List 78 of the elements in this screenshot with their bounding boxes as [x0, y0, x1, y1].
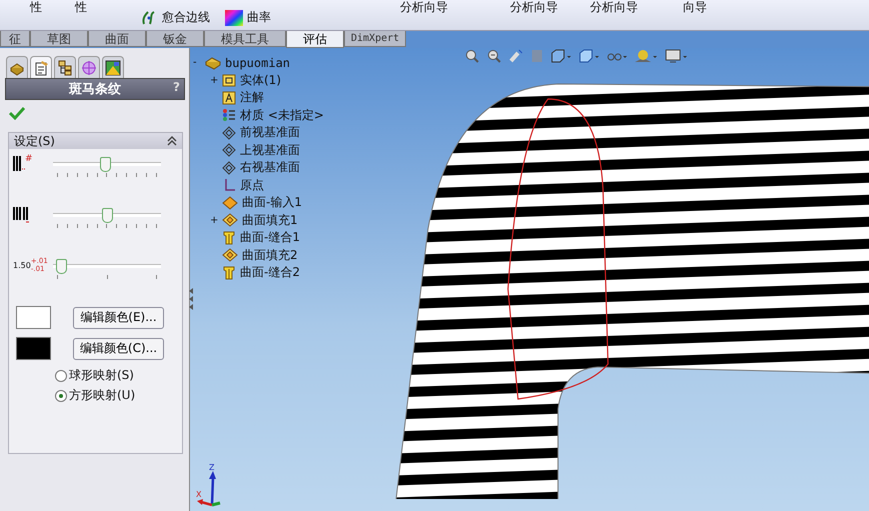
tree-item[interactable]: bupuomian — [225, 56, 290, 70]
monitor-icon[interactable] — [665, 49, 687, 63]
panel-title: 斑马条纹 — [69, 81, 121, 98]
ribbon-tab[interactable]: 曲面 — [88, 31, 146, 47]
tree-toggle[interactable]: + — [210, 214, 218, 226]
ribbon-label[interactable]: 分析向导 — [400, 0, 448, 16]
plane-icon — [222, 143, 236, 158]
panel-tab[interactable] — [30, 56, 52, 78]
tree-item[interactable]: 实体(1) — [240, 72, 281, 89]
ribbon-label[interactable]: 性 — [75, 0, 87, 16]
ok-checkmark-icon[interactable] — [9, 106, 25, 120]
folder-icon — [222, 73, 236, 88]
ribbon-tab[interactable]: 征 — [0, 31, 30, 47]
collapse-chevron-icon[interactable] — [167, 136, 177, 146]
surface-knit-icon — [222, 266, 236, 280]
material-icon — [222, 108, 236, 122]
radio-label[interactable]: 方形映射(U) — [69, 387, 136, 404]
tree-toggle[interactable]: - — [193, 57, 201, 68]
zoom-to-fit-icon[interactable] — [465, 49, 479, 63]
ribbon-label[interactable]: 曲率 — [247, 9, 271, 26]
tree-item[interactable]: 曲面填充2 — [242, 246, 298, 264]
plane-icon — [222, 126, 236, 140]
ribbon-tab[interactable]: 钣金 — [146, 31, 204, 47]
tree-item[interactable]: 前视基准面 — [240, 124, 300, 142]
ribbon-label[interactable]: 分析向导 — [510, 0, 558, 16]
crosshair-icon[interactable] — [81, 60, 97, 76]
panel-collapse-arrows-icon[interactable] — [187, 286, 194, 312]
slider-thumb[interactable] — [100, 157, 111, 172]
stripe-count-mark: # — [25, 155, 33, 164]
ribbon-tab[interactable]: 模具工具 — [204, 31, 286, 47]
surface-import-icon — [222, 196, 238, 210]
config-tree-icon[interactable] — [57, 60, 73, 76]
ribbon-label[interactable]: 性 — [30, 0, 42, 16]
stripe-count-icon — [13, 155, 25, 171]
rainbow-square-icon[interactable] — [225, 10, 243, 26]
panel-tab[interactable] — [102, 56, 124, 78]
part-icon — [205, 56, 221, 70]
panel-tab[interactable] — [6, 56, 28, 78]
slider-thumb[interactable] — [102, 208, 112, 223]
ribbon-label[interactable]: 向导 — [683, 0, 707, 16]
tree-item[interactable]: 注解 — [240, 89, 264, 106]
group-header[interactable]: 设定(S) — [9, 133, 182, 149]
ribbon-label[interactable]: 愈合边线 — [162, 9, 210, 26]
surface-fill-icon — [222, 248, 238, 262]
surface-fill-icon — [222, 213, 238, 228]
zoom-area-icon[interactable] — [487, 49, 501, 63]
property-sheet-icon[interactable] — [33, 60, 49, 76]
edit-color-button[interactable]: 编辑颜色(E)... — [73, 306, 164, 328]
tree-item[interactable]: 右视基准面 — [240, 159, 300, 176]
slider-thumb[interactable] — [56, 259, 67, 274]
edit-color-button[interactable]: 编辑颜色(C)... — [73, 338, 164, 360]
tree-toggle[interactable]: + — [210, 74, 218, 86]
sphere-on-checkerboard-icon[interactable] — [635, 49, 657, 63]
picture-icon[interactable] — [105, 60, 121, 76]
annotation-icon — [222, 90, 236, 105]
radio-button[interactable] — [55, 390, 67, 402]
tree-item[interactable]: 材质 <未指定> — [240, 106, 324, 124]
group-title: 设定(S) — [14, 132, 55, 150]
display-style-cube-icon[interactable] — [579, 49, 599, 63]
ribbon-tab[interactable]: DimXpert — [344, 31, 406, 47]
tree-item[interactable]: 曲面-缝合1 — [240, 229, 300, 246]
ribbon-tab[interactable]: 草图 — [30, 31, 88, 47]
tree-item[interactable]: 原点 — [240, 176, 264, 194]
view-orientation-icon[interactable] — [551, 49, 571, 63]
axis-triad-drawing: Z X — [196, 463, 232, 509]
tree-item[interactable]: 曲面-输入1 — [242, 194, 302, 212]
precision-value: 1.50 — [13, 261, 31, 270]
surface-knit-icon — [222, 230, 236, 245]
stripe-width-icon — [13, 206, 31, 224]
plane-icon — [222, 160, 236, 175]
tree-item[interactable]: 上视基准面 — [240, 142, 300, 159]
ribbon-tab[interactable]: 评估 — [286, 31, 344, 48]
radio-label[interactable]: 球形映射(S) — [69, 367, 134, 384]
ribbon-label[interactable]: 分析向导 — [590, 0, 638, 16]
tree-item[interactable]: 曲面填充1 — [242, 212, 298, 229]
panel-tab[interactable] — [54, 56, 76, 78]
radio-button[interactable] — [55, 370, 67, 382]
tree-item[interactable]: 曲面-缝合2 — [240, 264, 300, 282]
